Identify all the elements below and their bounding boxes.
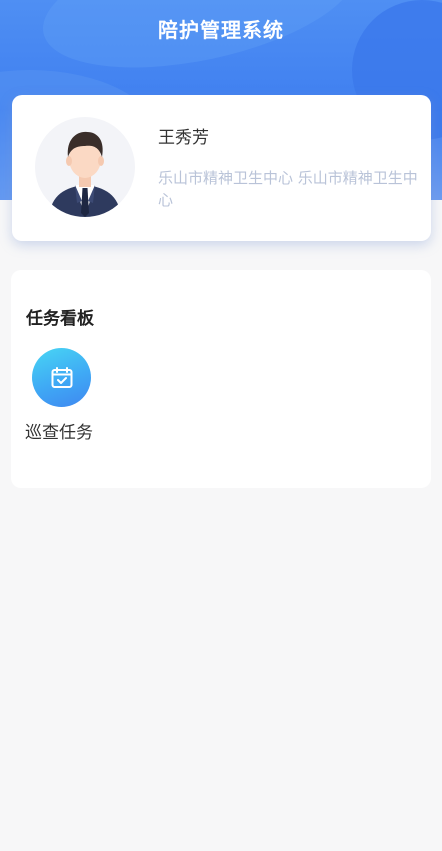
task-icon-circle	[32, 348, 91, 407]
profile-card: 王秀芳 乐山市精神卫生中心 乐山市精神卫生中心	[12, 95, 431, 241]
user-name: 王秀芳	[158, 128, 209, 148]
task-label: 巡查任务	[25, 423, 93, 443]
task-board-panel: 任务看板 巡查任务	[11, 270, 431, 488]
user-avatar-icon	[49, 131, 121, 217]
avatar	[35, 117, 135, 217]
page-title: 陪护管理系统	[158, 18, 284, 42]
calendar-check-icon	[51, 366, 72, 388]
patrol-task-button[interactable]: 巡查任务	[25, 348, 105, 448]
organization-name: 乐山市精神卫生中心 乐山市精神卫生中心	[158, 169, 418, 209]
task-board-title: 任务看板	[26, 309, 94, 329]
